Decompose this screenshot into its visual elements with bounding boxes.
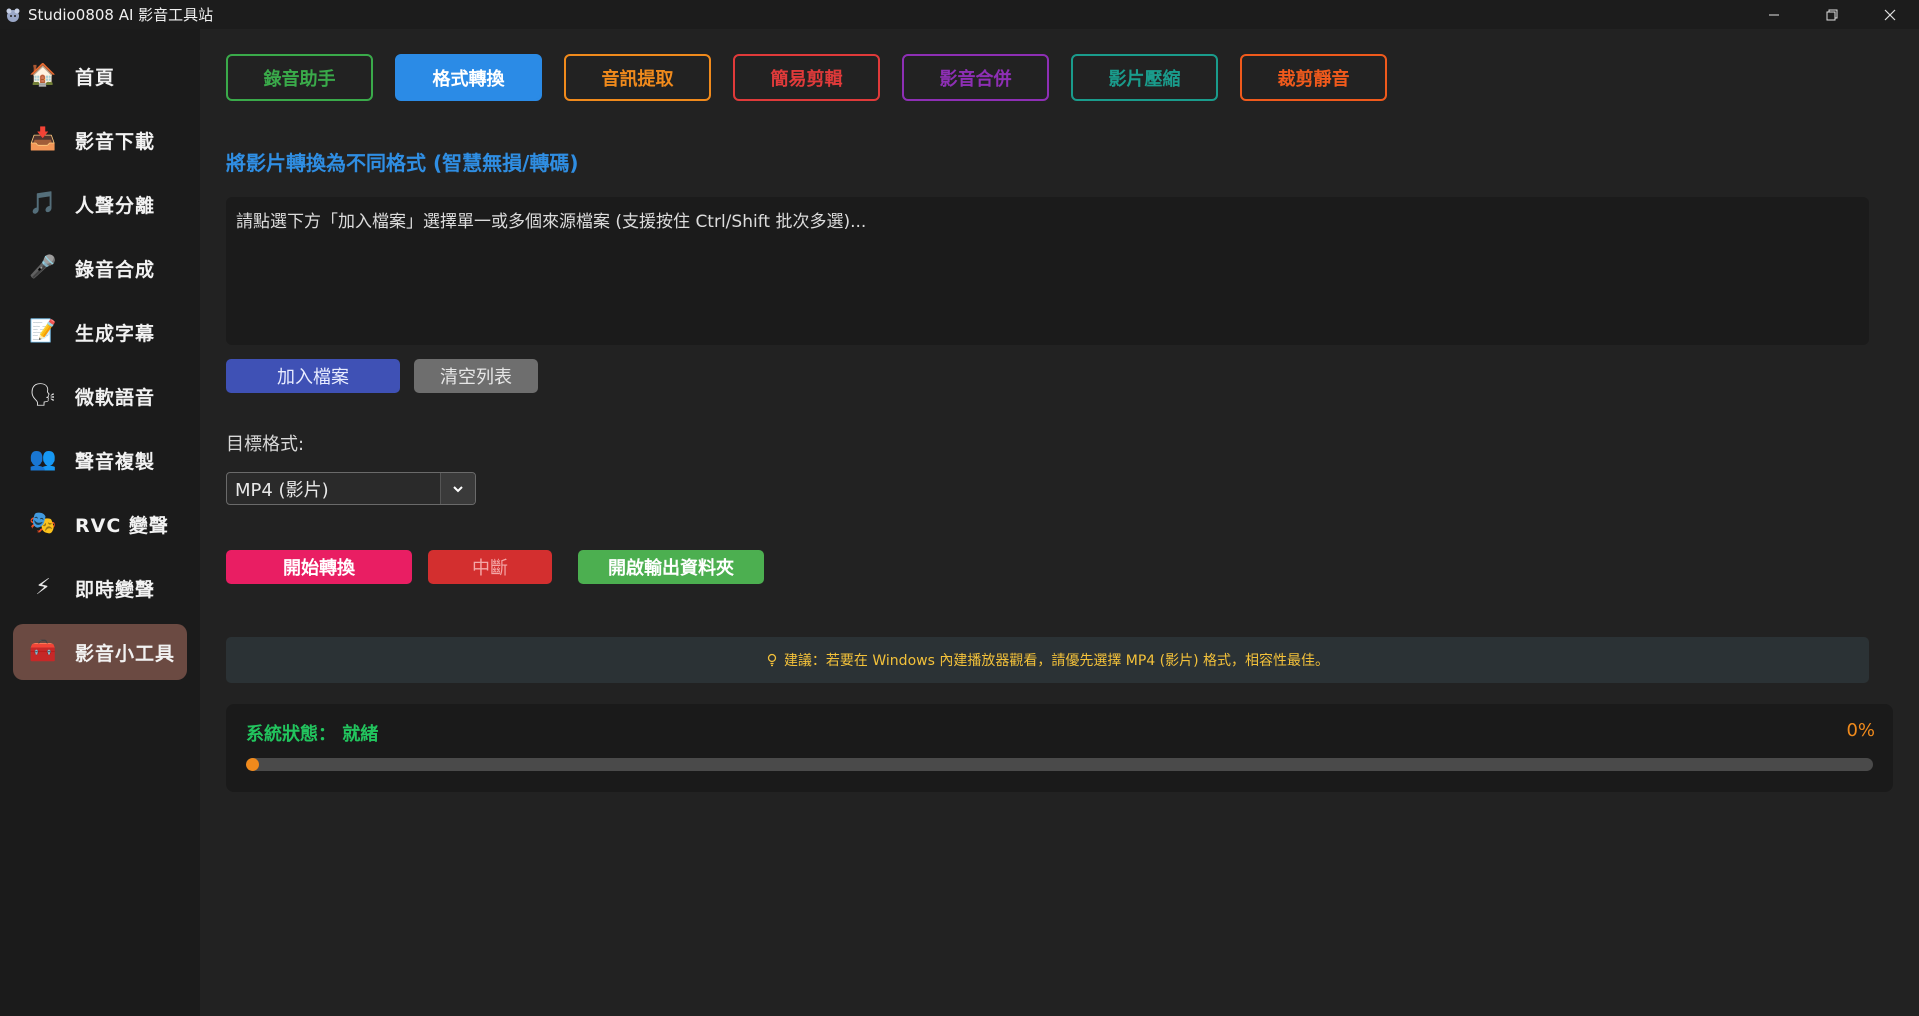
close-icon xyxy=(1884,9,1896,20)
minimize-icon xyxy=(1769,14,1779,15)
app-window: Studio0808 AI 影音工具站 🏠 首頁 📥 影音下載 🎵 人聲分離 🎤… xyxy=(0,0,1919,1016)
start-conversion-button[interactable]: 開始轉換 xyxy=(226,550,412,584)
add-files-button[interactable]: 加入檔案 xyxy=(226,359,400,393)
file-list[interactable]: 請點選下方「加入檔案」選擇單一或多個來源檔案 (支援按住 Ctrl/Shift … xyxy=(226,197,1869,345)
home-icon: 🏠 xyxy=(29,63,57,88)
sidebar-item-home[interactable]: 🏠 首頁 xyxy=(13,48,187,104)
close-button[interactable] xyxy=(1861,0,1919,29)
progress-fill xyxy=(246,758,259,771)
people-icon: 👥 xyxy=(29,447,57,472)
sidebar-item-label: 聲音複製 xyxy=(75,450,156,473)
chevron-down-icon[interactable] xyxy=(440,473,475,504)
sidebar-item-label: 即時變聲 xyxy=(75,578,156,601)
window-title: Studio0808 AI 影音工具站 xyxy=(28,6,214,24)
minimize-button[interactable] xyxy=(1745,0,1803,29)
sidebar-item-label: 影音小工具 xyxy=(75,642,176,665)
microphone-icon: 🎤 xyxy=(29,255,57,280)
speaking-head-icon: 🗣 xyxy=(29,383,57,408)
target-format-label: 目標格式: xyxy=(226,434,305,455)
file-list-placeholder: 請點選下方「加入檔案」選擇單一或多個來源檔案 (支援按住 Ctrl/Shift … xyxy=(236,212,867,232)
tip-text: 建議：若要在 Windows 內建播放器觀看，請優先選擇 MP4 (影片) 格式… xyxy=(783,653,1330,669)
tab-media-merge[interactable]: 影音合併 xyxy=(902,54,1049,101)
sidebar-item-label: 影音下載 xyxy=(75,130,156,153)
sidebar-item-label: 首頁 xyxy=(75,66,116,89)
tab-video-compress[interactable]: 影片壓縮 xyxy=(1071,54,1218,101)
sidebar-item-download[interactable]: 📥 影音下載 xyxy=(13,112,187,168)
music-note-icon: 🎵 xyxy=(29,191,57,216)
sidebar-item-realtime-voice[interactable]: ⚡ 即時變聲 xyxy=(13,560,187,616)
title-bar: Studio0808 AI 影音工具站 xyxy=(0,0,1919,29)
sidebar-item-label: 人聲分離 xyxy=(75,194,156,217)
tab-simple-edit[interactable]: 簡易剪輯 xyxy=(733,54,880,101)
clear-list-button[interactable]: 清空列表 xyxy=(414,359,538,393)
stop-button[interactable]: 中斷 xyxy=(428,550,552,584)
sidebar-item-subtitles[interactable]: 📝 生成字幕 xyxy=(13,304,187,360)
tab-audio-extract[interactable]: 音訊提取 xyxy=(564,54,711,101)
lightning-icon: ⚡ xyxy=(35,575,51,600)
status-label: 系統狀態： 就緒 xyxy=(246,724,379,745)
sidebar-item-label: 微軟語音 xyxy=(75,386,156,409)
status-panel: 系統狀態： 就緒 0% xyxy=(226,704,1893,792)
sidebar-item-recording-synthesis[interactable]: 🎤 錄音合成 xyxy=(13,240,187,296)
sidebar-item-label: RVC 變聲 xyxy=(75,514,169,537)
progress-bar xyxy=(246,758,1873,771)
toolbox-icon: 🧰 xyxy=(29,639,57,664)
sidebar: 🏠 首頁 📥 影音下載 🎵 人聲分離 🎤 錄音合成 📝 生成字幕 🗣 微軟語音 … xyxy=(0,29,200,1016)
tab-recording-assistant[interactable]: 錄音助手 xyxy=(226,54,373,101)
sidebar-item-label: 錄音合成 xyxy=(75,258,156,281)
section-title: 將影片轉換為不同格式 (智慧無損/轉碼) xyxy=(226,151,579,175)
lightbulb-icon xyxy=(766,653,778,667)
restore-button[interactable] xyxy=(1803,0,1861,29)
main-panel: 錄音助手 格式轉換 音訊提取 簡易剪輯 影音合併 影片壓縮 裁剪靜音 將影片轉換… xyxy=(200,29,1919,1016)
sidebar-item-tools[interactable]: 🧰 影音小工具 xyxy=(13,624,187,680)
sidebar-item-rvc[interactable]: 🎭 RVC 變聲 xyxy=(13,496,187,552)
target-format-select[interactable]: MP4 (影片) xyxy=(226,472,476,505)
sidebar-item-label: 生成字幕 xyxy=(75,322,156,345)
open-output-folder-button[interactable]: 開啟輸出資料夾 xyxy=(578,550,764,584)
download-icon: 📥 xyxy=(29,127,57,152)
tab-format-conversion[interactable]: 格式轉換 xyxy=(395,54,542,101)
sidebar-item-microsoft-tts[interactable]: 🗣 微軟語音 xyxy=(13,368,187,424)
tab-trim-silence[interactable]: 裁剪靜音 xyxy=(1240,54,1387,101)
window-controls xyxy=(1745,0,1919,29)
tip-banner: 建議：若要在 Windows 內建播放器觀看，請優先選擇 MP4 (影片) 格式… xyxy=(226,637,1869,683)
target-format-value: MP4 (影片) xyxy=(235,479,329,501)
memo-icon: 📝 xyxy=(29,319,57,344)
theater-masks-icon: 🎭 xyxy=(29,511,57,536)
restore-icon xyxy=(1826,9,1838,20)
app-logo-icon xyxy=(4,6,22,24)
sidebar-item-vocal-separation[interactable]: 🎵 人聲分離 xyxy=(13,176,187,232)
sidebar-item-voice-clone[interactable]: 👥 聲音複製 xyxy=(13,432,187,488)
progress-percent: 0% xyxy=(1846,720,1875,741)
